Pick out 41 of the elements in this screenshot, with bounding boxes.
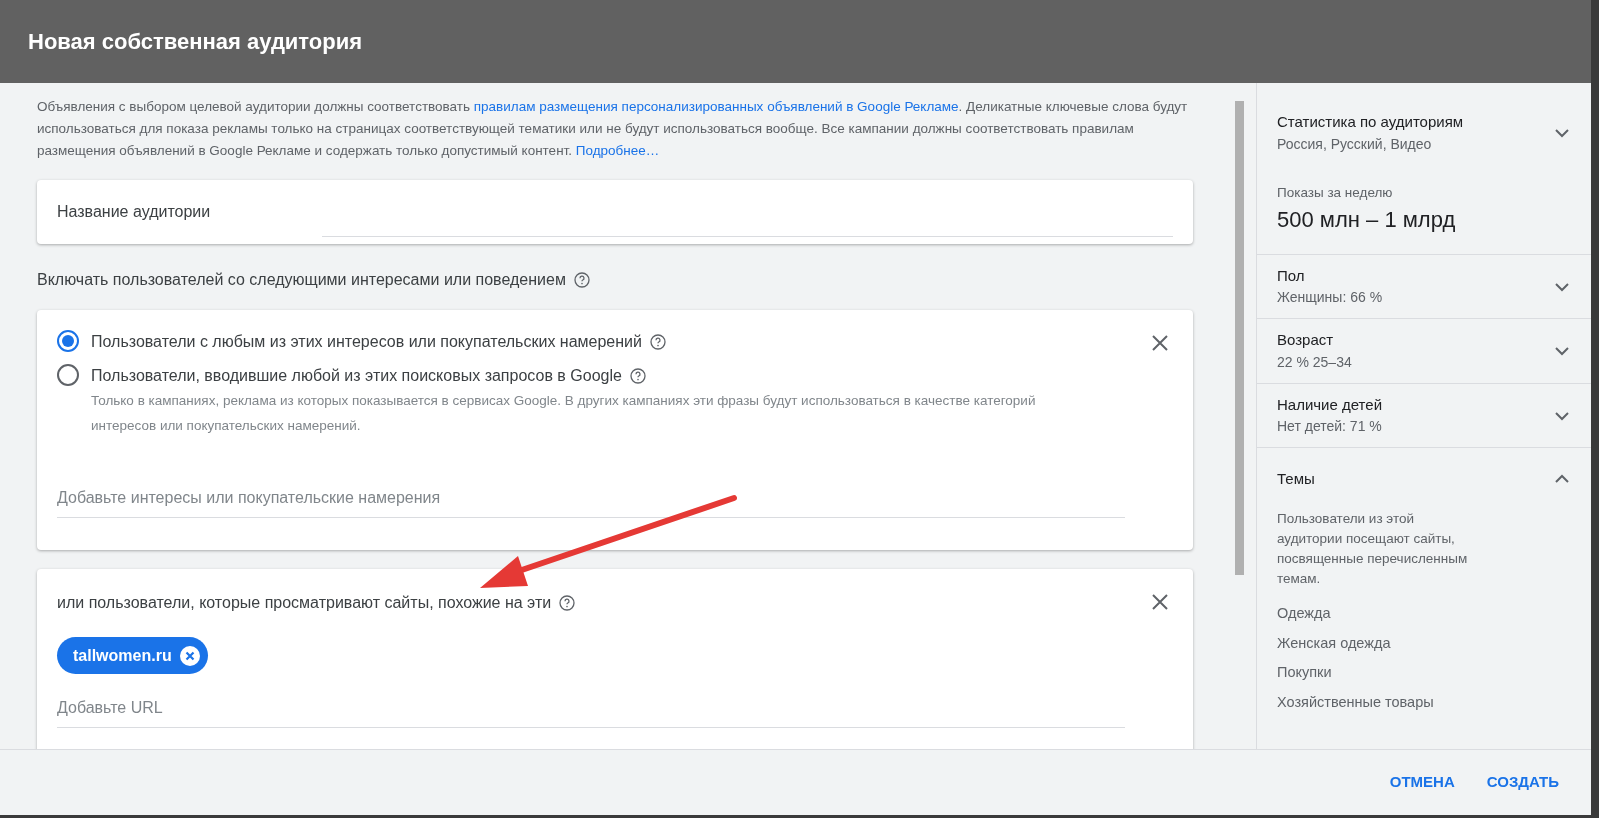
metric-value: 500 млн – 1 млрд [1277, 205, 1457, 234]
dialog-button[interactable]: ОТМЕНА [1377, 763, 1467, 802]
topics-description: Пользователи из этой аудитории посещают сайты, посвященные перечисленным темам. [1277, 509, 1469, 588]
section-heading: Включать пользователей со следующими интересами или поведением [37, 270, 566, 290]
dialog-button[interactable]: СОЗДАТЬ [1474, 763, 1571, 802]
input-field[interactable]: Добавьте URL [57, 695, 1125, 720]
radio-button[interactable] [57, 330, 79, 352]
help-icon[interactable] [649, 334, 666, 350]
option-hint: Только в кампаниях, реклама из которых показывается в сервисах Google. В других кампаниях эти фразы будут использоваться в качестве категорий интересов или покупательских намерений. [91, 392, 1037, 435]
metric-label: Показы за неделю [1277, 183, 1394, 202]
section-title: Пол [1277, 265, 1306, 286]
scrollbar-thumb[interactable] [1235, 101, 1244, 575]
radio-button[interactable] [57, 364, 79, 386]
section-value: Россия, Русский, Видео [1277, 134, 1433, 154]
input-field[interactable]: Добавьте интересы или покупательские намерения [57, 485, 1125, 510]
section-title: Наличие детей [1277, 394, 1383, 415]
section-heading: или пользователи, которые просматривают сайты, похожие на эти [57, 593, 552, 613]
help-icon[interactable] [559, 595, 576, 611]
option-label[interactable]: Пользователи, вводившие любой из этих поисковых запросов в Google [91, 364, 622, 388]
help-icon[interactable] [573, 272, 590, 288]
policy-link[interactable]: правилам размещения персонализированных объявлений в Google Рекламе [473, 99, 959, 114]
policy-link[interactable]: Подробнее… [575, 143, 660, 158]
section-title: Статистика по аудиториям [1277, 112, 1464, 132]
section-value: 22 % 25–34 [1277, 352, 1352, 372]
topic-item: Женская одежда [1277, 633, 1392, 653]
section-title: Возраст [1277, 330, 1335, 351]
topic-item: Одежда [1277, 603, 1332, 623]
dialog-title: Новая собственная аудитория [28, 28, 363, 56]
section-title: Темы [1277, 469, 1315, 490]
close-icon[interactable] [1151, 593, 1169, 611]
remove-icon[interactable] [179, 645, 200, 666]
section-value: Женщины: 66 % [1277, 288, 1383, 308]
help-icon[interactable] [629, 368, 646, 384]
field-label: Название аудитории [57, 202, 212, 222]
section-value: Нет детей: 71 % [1277, 417, 1383, 437]
close-icon[interactable] [1151, 334, 1169, 352]
topic-item: Хозяйственные товары [1277, 693, 1435, 712]
option-label[interactable]: Пользователи с любым из этих интересов или покупательских намерений [91, 330, 642, 354]
chip-label: tallwomen.ru [73, 645, 172, 666]
topic-item: Покупки [1277, 663, 1333, 683]
policy-notice: Объявления с выбором целевой аудитории должны соответствовать правилам размещения персонализированных объявлений в Google Рекламе. Деликатные ключевые слова будут использоваться для показа рекламы только на страницах соответствующей тематики или не будут использоваться вообще. Все кампании должны соответствовать правилам размещения объявлений в Google Рекламе и содержать только допустимый контент. Подробнее… [37, 98, 1189, 160]
